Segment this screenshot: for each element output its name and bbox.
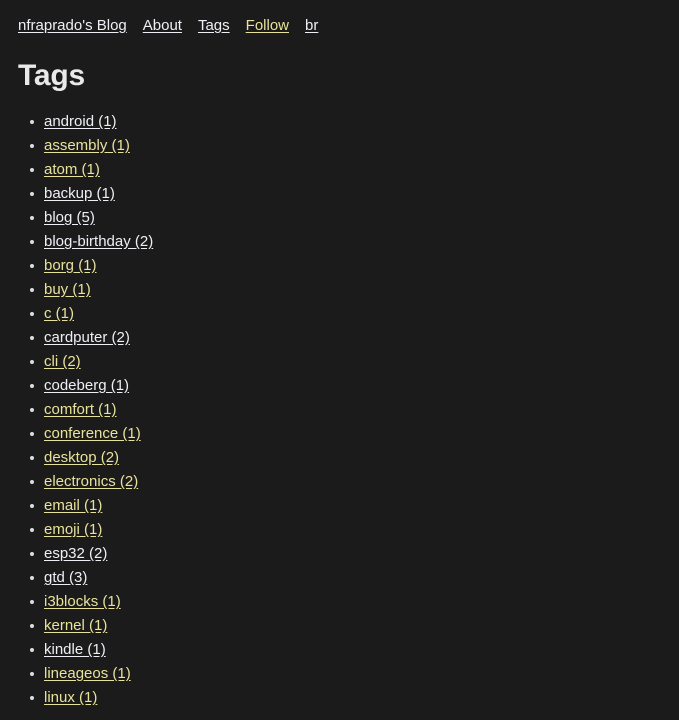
nav-link-follow[interactable]: Follow bbox=[246, 17, 289, 34]
tag-link-cardputer[interactable]: cardputer (2) bbox=[44, 329, 130, 346]
list-item: conference (1) bbox=[30, 422, 679, 446]
nav-link-nfraprado-s-blog[interactable]: nfraprado's Blog bbox=[18, 17, 127, 34]
tag-link-kernel[interactable]: kernel (1) bbox=[44, 617, 107, 634]
list-item: android (1) bbox=[30, 110, 679, 134]
tag-link-assembly[interactable]: assembly (1) bbox=[44, 137, 130, 154]
list-item: kindle (1) bbox=[30, 638, 679, 662]
nav-link-tags[interactable]: Tags bbox=[198, 17, 230, 34]
tag-link-codeberg[interactable]: codeberg (1) bbox=[44, 377, 129, 394]
tag-link-conference[interactable]: conference (1) bbox=[44, 425, 141, 442]
tag-link-cli[interactable]: cli (2) bbox=[44, 353, 81, 370]
list-item: electronics (2) bbox=[30, 470, 679, 494]
list-item: borg (1) bbox=[30, 254, 679, 278]
list-item: esp32 (2) bbox=[30, 542, 679, 566]
tag-link-emoji[interactable]: emoji (1) bbox=[44, 521, 102, 538]
site-navigation: nfraprado's Blog About Tags Follow br bbox=[0, 0, 679, 36]
list-item: kernel (1) bbox=[30, 614, 679, 638]
tag-link-android[interactable]: android (1) bbox=[44, 113, 117, 130]
page-root: nfraprado's Blog About Tags Follow br Tags a… bbox=[0, 0, 679, 720]
nav-link-br[interactable]: br bbox=[305, 17, 318, 34]
list-item: atom (1) bbox=[30, 158, 679, 182]
list-item: desktop (2) bbox=[30, 446, 679, 470]
tag-link-buy[interactable]: buy (1) bbox=[44, 281, 91, 298]
tag-link-kindle[interactable]: kindle (1) bbox=[44, 641, 106, 658]
list-item: comfort (1) bbox=[30, 398, 679, 422]
tag-link-comfort[interactable]: comfort (1) bbox=[44, 401, 117, 418]
list-item: cli (2) bbox=[30, 350, 679, 374]
list-item: buy (1) bbox=[30, 278, 679, 302]
list-item: gtd (3) bbox=[30, 566, 679, 590]
tag-link-borg[interactable]: borg (1) bbox=[44, 257, 97, 274]
tag-link-desktop[interactable]: desktop (2) bbox=[44, 449, 119, 466]
tag-link-blog-birthday[interactable]: blog-birthday (2) bbox=[44, 233, 153, 250]
list-item: blog (5) bbox=[30, 206, 679, 230]
tag-link-backup[interactable]: backup (1) bbox=[44, 185, 115, 202]
list-item: backup (1) bbox=[30, 182, 679, 206]
list-item: codeberg (1) bbox=[30, 374, 679, 398]
list-item: emoji (1) bbox=[30, 518, 679, 542]
tag-link-i3blocks[interactable]: i3blocks (1) bbox=[44, 593, 121, 610]
nav-link-about[interactable]: About bbox=[143, 17, 182, 34]
tag-link-blog[interactable]: blog (5) bbox=[44, 209, 95, 226]
tag-link-linux[interactable]: linux (1) bbox=[44, 689, 97, 706]
list-item: cardputer (2) bbox=[30, 326, 679, 350]
page-title: Tags bbox=[18, 59, 85, 92]
list-item: i3blocks (1) bbox=[30, 590, 679, 614]
tag-link-email[interactable]: email (1) bbox=[44, 497, 102, 514]
tag-list: android (1) assembly (1) atom (1) backup (1… bbox=[0, 110, 679, 710]
list-item: blog-birthday (2) bbox=[30, 230, 679, 254]
list-item: c (1) bbox=[30, 302, 679, 326]
list-item: email (1) bbox=[30, 494, 679, 518]
tag-link-atom[interactable]: atom (1) bbox=[44, 161, 100, 178]
tag-link-gtd[interactable]: gtd (3) bbox=[44, 569, 87, 586]
tag-link-c[interactable]: c (1) bbox=[44, 305, 74, 322]
list-item: assembly (1) bbox=[30, 134, 679, 158]
tag-link-electronics[interactable]: electronics (2) bbox=[44, 473, 138, 490]
tag-link-esp32[interactable]: esp32 (2) bbox=[44, 545, 107, 562]
list-item: linux (1) bbox=[30, 686, 679, 710]
list-item: lineageos (1) bbox=[30, 662, 679, 686]
tag-link-lineageos[interactable]: lineageos (1) bbox=[44, 665, 131, 682]
